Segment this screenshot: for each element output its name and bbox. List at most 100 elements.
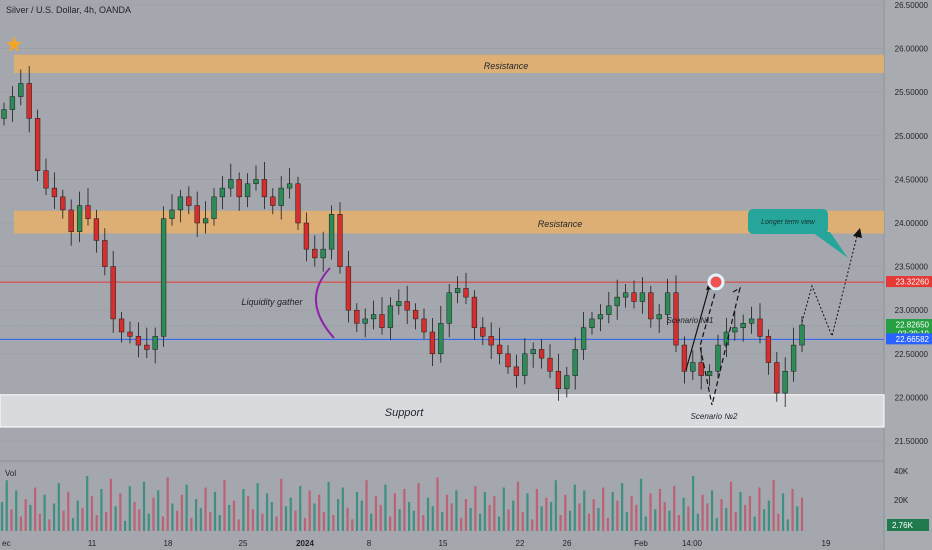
volume-bar (327, 481, 330, 531)
bear-candle (135, 336, 142, 346)
volume-bar (734, 512, 737, 531)
volume-bar (24, 499, 27, 531)
bear-candle (404, 301, 410, 311)
volume-bar (29, 504, 32, 531)
volume-bar (753, 516, 756, 531)
volume-bar (606, 517, 610, 531)
volume-bar (157, 490, 160, 531)
bull-candle (396, 301, 402, 307)
volume-bar (389, 516, 392, 531)
bear-candle (513, 366, 520, 376)
bear-candle (303, 222, 310, 250)
volume-bar (393, 493, 396, 531)
volume-bar (516, 481, 520, 531)
volume-bar (123, 520, 127, 531)
volume-bar (763, 509, 766, 531)
bull-candle (219, 187, 226, 198)
price-tick-label: 26.50000 (895, 1, 929, 10)
volume-bar (204, 487, 207, 531)
volume-bar (76, 500, 79, 531)
bear-candle (631, 292, 637, 302)
bear-candle (379, 314, 385, 328)
volume-bar (597, 507, 600, 531)
time-tick-label: 19 (822, 539, 831, 548)
volume-bar (237, 519, 240, 531)
volume-bar (450, 503, 453, 531)
resistance-label-top: Resistance (484, 61, 529, 71)
bull-candle (799, 324, 805, 346)
bull-candle (286, 183, 293, 189)
price-label-text: 22.66582 (896, 335, 930, 344)
volume-bar (228, 504, 231, 531)
bear-candle (26, 83, 32, 119)
volume-bar (611, 491, 614, 531)
volume-bar (663, 502, 666, 531)
bull-candle (564, 375, 570, 389)
volume-bar (772, 480, 775, 531)
bull-candle (160, 218, 167, 337)
volume-bar (133, 502, 136, 531)
scenario-1-label: Scenario №1 (667, 316, 714, 325)
bull-candle (748, 318, 755, 324)
volume-bar (403, 488, 406, 531)
bull-candle (790, 344, 797, 372)
bull-candle (320, 248, 326, 259)
volume-bar (19, 516, 23, 531)
bear-candle (261, 179, 268, 198)
volume-bar (180, 494, 183, 531)
volume-bar (128, 486, 131, 531)
volume-bar (497, 516, 501, 531)
bear-candle (547, 357, 553, 372)
bull-candle (202, 218, 209, 224)
volume-bar (578, 503, 581, 531)
price-tick-label: 22.00000 (895, 393, 929, 402)
volume-bar (176, 510, 179, 531)
volume-bar (426, 497, 430, 531)
volume-bar (758, 487, 761, 531)
price-tick-label: 21.50000 (895, 437, 929, 446)
bull-candle (606, 305, 612, 315)
bear-candle (496, 344, 503, 355)
volume-bar (573, 484, 576, 531)
volume-bar (223, 480, 226, 531)
volume-bar (677, 515, 681, 531)
bull-candle (706, 370, 713, 376)
price-tick-label: 26.00000 (895, 45, 929, 54)
volume-bar (142, 481, 146, 531)
bull-candle (244, 183, 251, 198)
bull-candle (328, 214, 335, 250)
volume-tick-label: 40K (894, 467, 909, 476)
volume-bar (199, 507, 202, 531)
volume-bar (62, 510, 65, 531)
volume-bar (242, 488, 245, 531)
volume-bar (152, 497, 155, 531)
bear-candle (68, 209, 74, 232)
volume-label: Vol (5, 469, 16, 478)
bull-candle (454, 288, 461, 294)
volume-bar (464, 499, 468, 531)
bear-candle (648, 292, 654, 320)
volume-bar (696, 513, 699, 531)
bear-candle (118, 318, 125, 333)
bear-candle (194, 205, 200, 224)
volume-bar (568, 510, 572, 531)
volume-bar (469, 507, 472, 531)
volume-bar (119, 493, 122, 531)
bull-candle (522, 353, 528, 376)
bull-candle (656, 314, 662, 320)
bear-candle (51, 187, 58, 198)
volume-bar (550, 502, 553, 531)
bull-candle (169, 209, 175, 219)
chart-canvas[interactable]: Silver / U.S. Dollar, 4h, OANDA Vol Resi… (0, 0, 932, 550)
volume-bar (289, 497, 292, 531)
volume-bar (351, 519, 354, 531)
volume-bar (710, 490, 714, 531)
volume-bar (436, 477, 439, 531)
bear-candle (34, 118, 41, 171)
volume-tick-label: 20K (894, 496, 909, 505)
volume-bar (564, 494, 567, 531)
volume-bar (521, 512, 524, 531)
volume-bar (668, 510, 671, 531)
bull-candle (228, 179, 234, 189)
volume-bar (739, 491, 742, 531)
